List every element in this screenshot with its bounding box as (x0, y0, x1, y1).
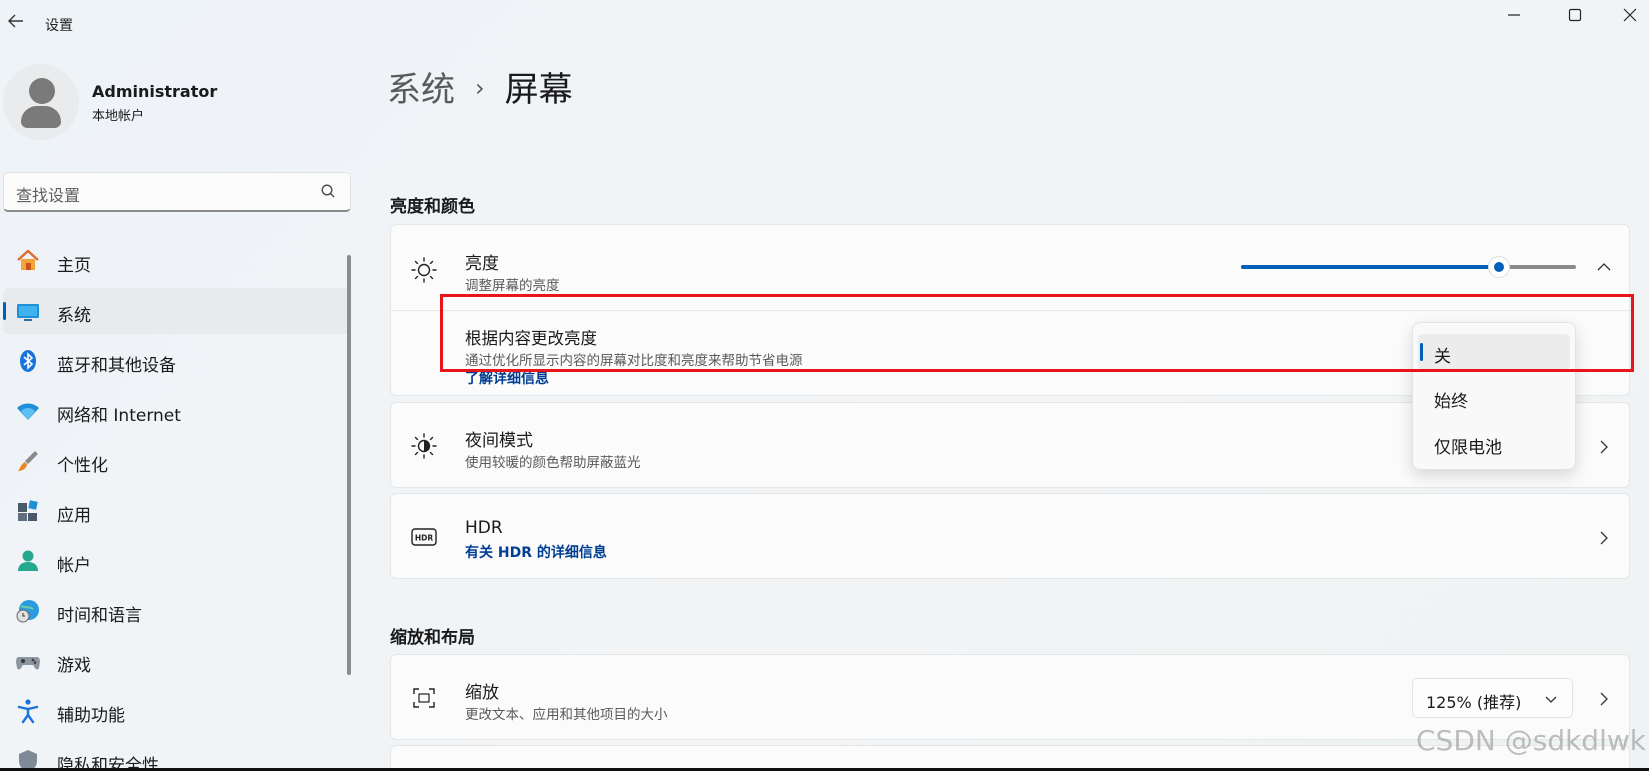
sidebar-item-label: 时间和语言 (57, 606, 142, 626)
scale-title: 缩放 (465, 683, 499, 703)
selection-indicator (3, 302, 6, 320)
app-title: 设置 (45, 18, 73, 34)
minimize-icon[interactable] (1503, 6, 1525, 28)
bluetooth-icon (15, 348, 41, 374)
sidebar-item-accounts[interactable]: 帐户 (3, 538, 351, 584)
chevron-up-icon[interactable] (1597, 259, 1611, 273)
sidebar-item-accessibility[interactable]: 辅助功能 (3, 688, 351, 734)
hdr-info-link[interactable]: 有关 HDR 的详细信息 (465, 542, 607, 562)
sidebar-item-home[interactable]: 主页 (3, 238, 351, 284)
dropdown-option-always[interactable]: 始终 (1418, 379, 1570, 415)
brightness-subtitle: 调整屏幕的亮度 (465, 278, 560, 294)
sidebar-item-bluetooth[interactable]: 蓝牙和其他设备 (3, 338, 351, 384)
sidebar-item-label: 蓝牙和其他设备 (57, 356, 176, 376)
sidebar-item-label: 个性化 (57, 456, 108, 476)
chevron-down-icon (1544, 692, 1558, 706)
home-icon (15, 248, 41, 274)
watermark: CSDN @sdkdlwk (1416, 724, 1646, 757)
scale-select-value: 125% (推荐) (1426, 693, 1522, 712)
sidebar-item-apps[interactable]: 应用 (3, 488, 351, 534)
accessibility-icon (15, 698, 41, 724)
sidebar-item-label: 主页 (57, 256, 91, 276)
night-mode-title: 夜间模式 (465, 431, 533, 451)
sidebar-item-label: 辅助功能 (57, 706, 125, 726)
dropdown-option-label: 仅限电池 (1434, 438, 1502, 458)
scale-icon (409, 683, 439, 713)
sidebar-nav: 主页 系统 蓝牙和其他设备 网络和 Internet 个性化 应用 帐户 时间和… (3, 238, 351, 771)
scale-subtitle: 更改文本、应用和其他项目的大小 (465, 707, 668, 723)
avatar (3, 64, 79, 140)
gamepad-icon (15, 648, 41, 674)
system-display-icon (15, 298, 41, 324)
sidebar-item-privacy[interactable]: 隐私和安全性 (3, 738, 351, 771)
user-name: Administrator (92, 82, 218, 101)
search-icon (320, 183, 336, 199)
scale-select[interactable]: 125% (推荐) (1412, 678, 1573, 718)
hdr-card[interactable]: HDR HDR 有关 HDR 的详细信息 (390, 493, 1630, 579)
brightness-title: 亮度 (465, 254, 499, 274)
chevron-right-icon[interactable] (1597, 530, 1611, 545)
hdr-title: HDR (465, 518, 503, 538)
globe-clock-icon (15, 598, 41, 624)
annotation-highlight-box (440, 294, 1634, 372)
brightness-slider[interactable] (1241, 256, 1576, 278)
sidebar-item-label: 应用 (57, 506, 91, 526)
hdr-icon: HDR (409, 522, 439, 552)
breadcrumb-separator: › (475, 74, 485, 102)
breadcrumb-parent[interactable]: 系统 (387, 70, 455, 110)
dropdown-option-battery-only[interactable]: 仅限电池 (1418, 425, 1570, 461)
user-account-type: 本地帐户 (92, 109, 145, 124)
sidebar-item-label: 系统 (57, 306, 91, 326)
close-icon[interactable] (1619, 6, 1641, 28)
night-mode-subtitle: 使用较暖的颜色帮助屏蔽蓝光 (465, 455, 641, 471)
apps-icon (15, 498, 41, 524)
back-arrow-icon[interactable] (4, 12, 28, 36)
sidebar-item-label: 帐户 (57, 556, 91, 576)
brush-icon (15, 448, 41, 474)
sidebar-item-network[interactable]: 网络和 Internet (3, 388, 351, 434)
sidebar-item-label: 网络和 Internet (57, 406, 181, 426)
sidebar-scrollbar[interactable] (347, 255, 351, 675)
sun-icon (409, 255, 439, 285)
search-placeholder: 查找设置 (16, 186, 81, 205)
sidebar-item-gaming[interactable]: 游戏 (3, 638, 351, 684)
wifi-icon (15, 398, 41, 424)
chevron-right-icon[interactable] (1597, 439, 1611, 454)
page-title: 屏幕 (504, 70, 573, 110)
section-title-brightness-color: 亮度和颜色 (390, 197, 475, 217)
maximize-icon[interactable] (1564, 6, 1586, 28)
search-input[interactable]: 查找设置 (3, 172, 351, 212)
section-title-scale-layout: 缩放和布局 (390, 628, 475, 648)
slider-thumb[interactable] (1487, 256, 1510, 278)
account-icon (15, 548, 41, 574)
title-bar: 设置 (0, 0, 1649, 48)
night-light-icon (409, 431, 439, 461)
slider-fill (1241, 265, 1499, 269)
sidebar-item-time-language[interactable]: 时间和语言 (3, 588, 351, 634)
sidebar-item-personalization[interactable]: 个性化 (3, 438, 351, 484)
sidebar-item-system[interactable]: 系统 (3, 288, 351, 334)
sidebar-item-label: 游戏 (57, 656, 91, 676)
breadcrumb: 系统 › 屏幕 (387, 62, 573, 111)
dropdown-option-label: 始终 (1434, 392, 1468, 412)
chevron-right-icon[interactable] (1597, 691, 1611, 706)
svg-text:HDR: HDR (415, 534, 434, 543)
